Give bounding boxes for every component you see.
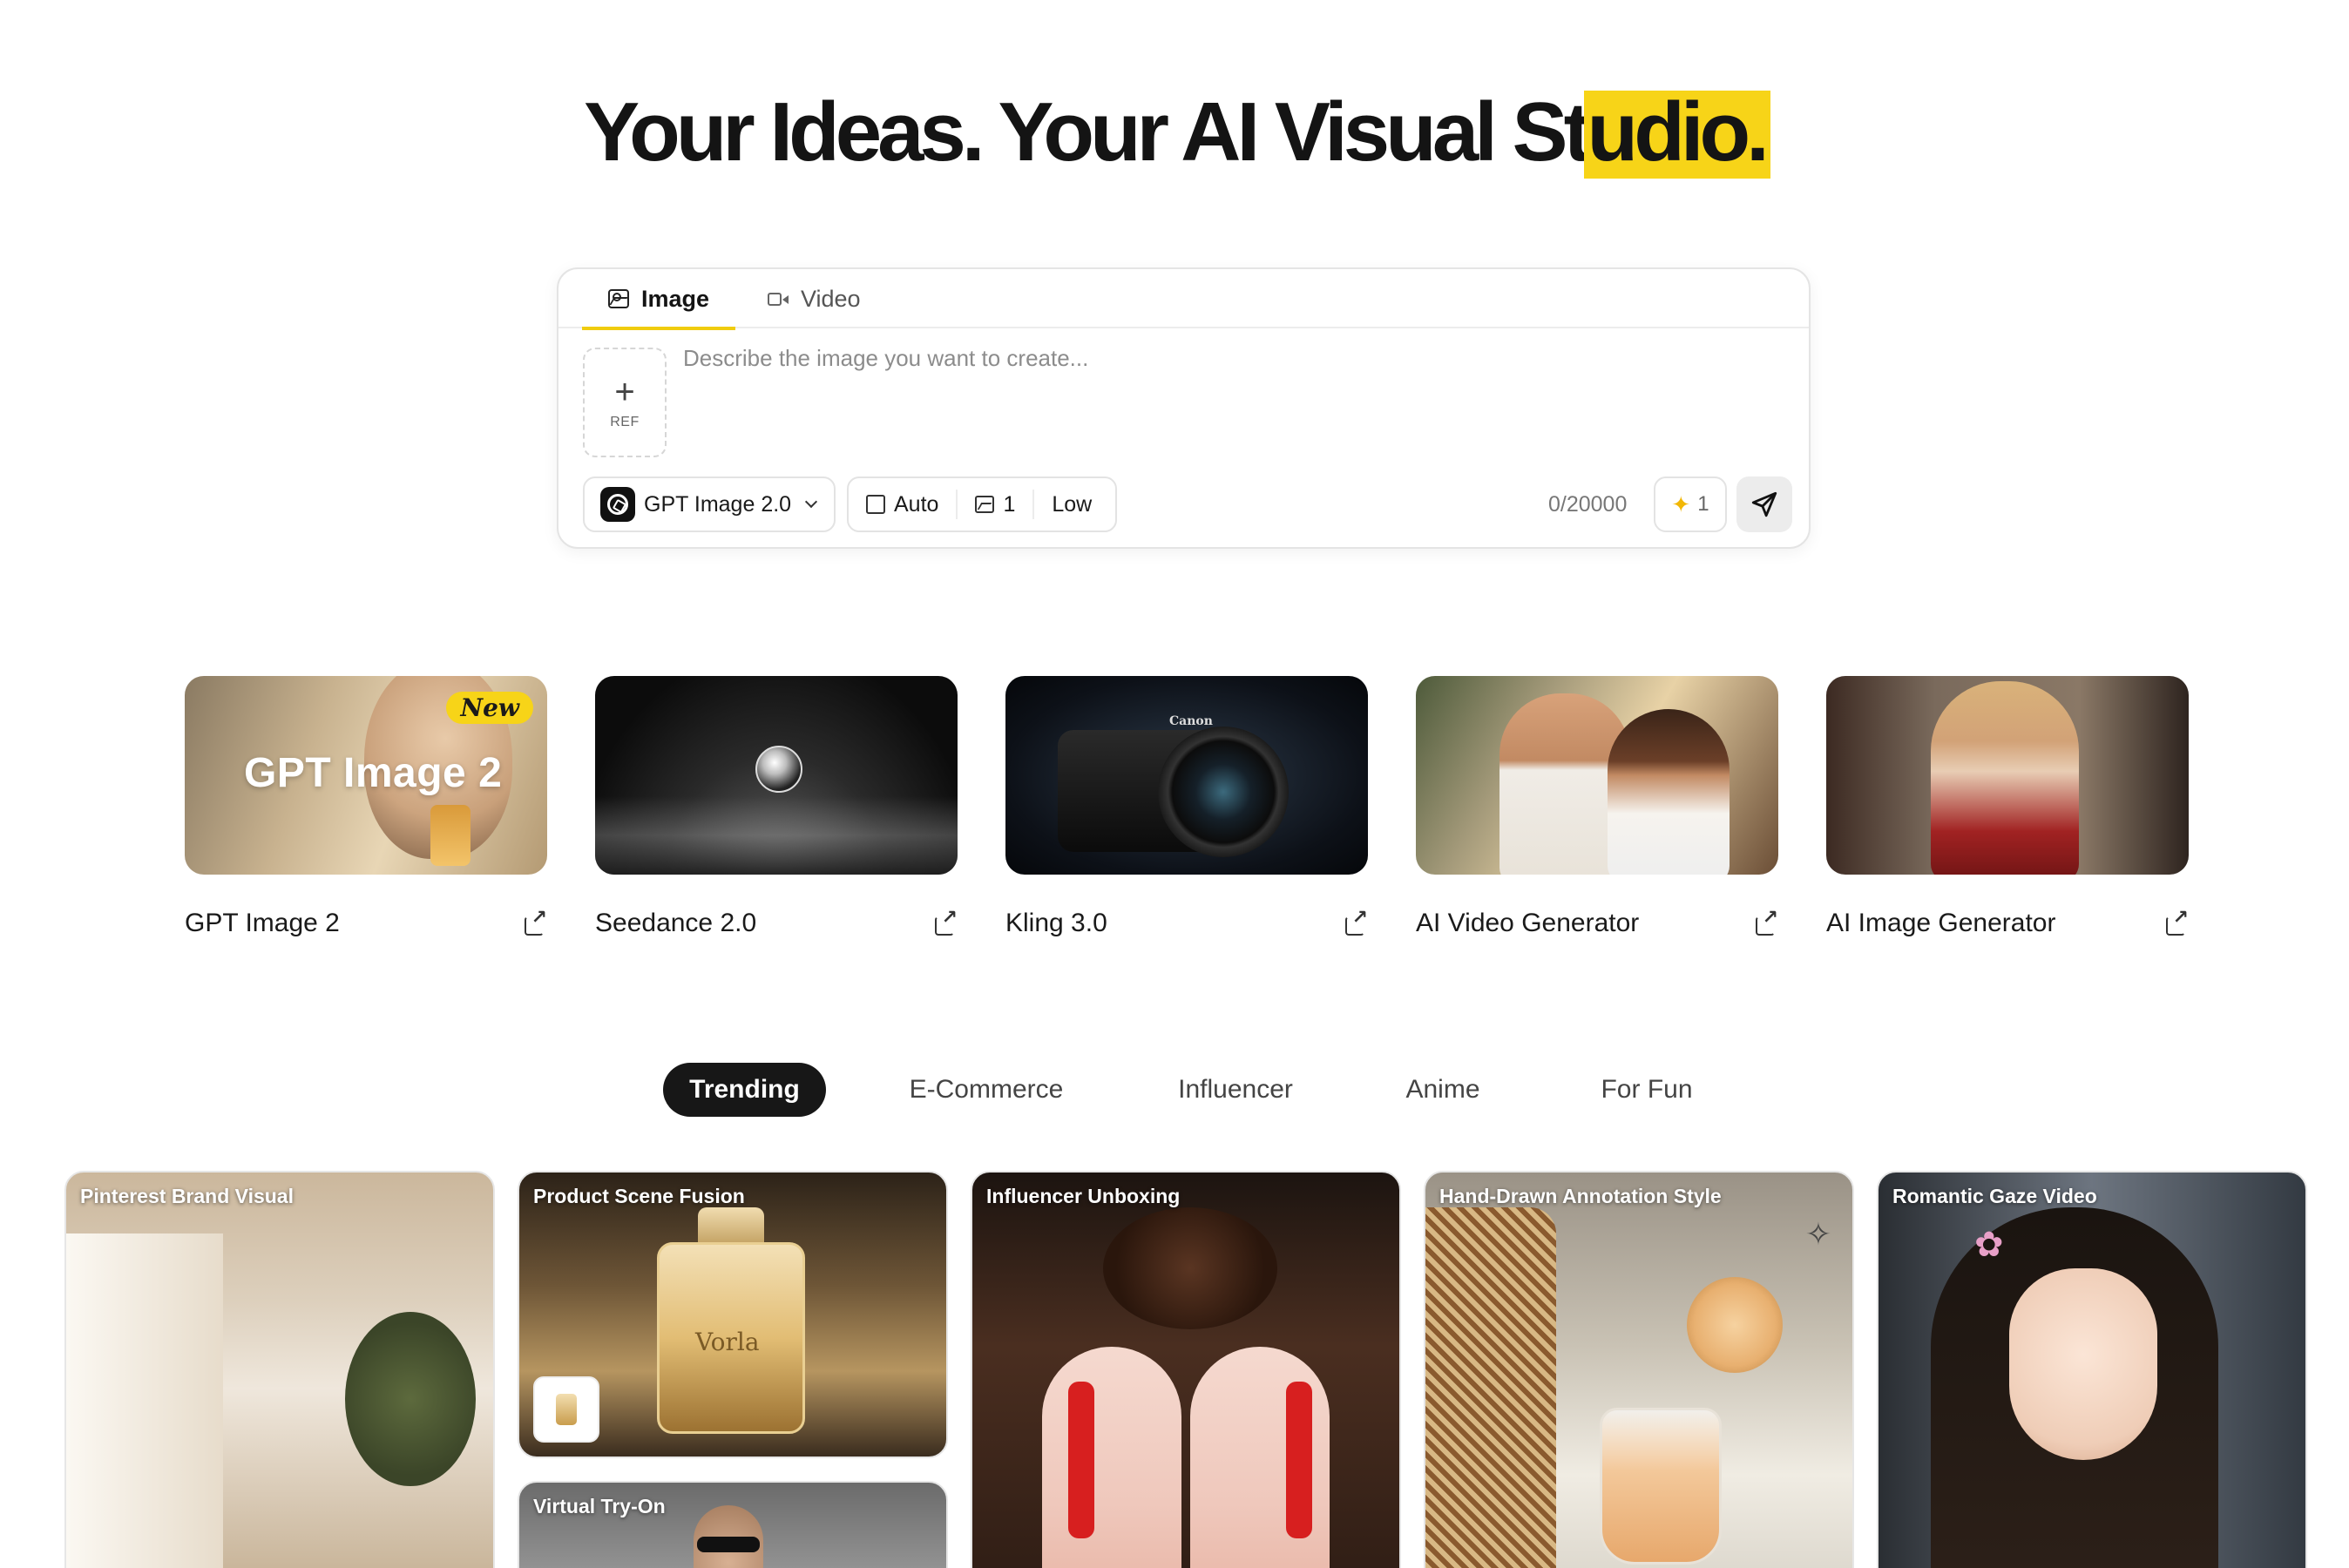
gallery-card-romantic-gaze-video[interactable]: ✿ Romantic Gaze Video — [1877, 1171, 2307, 1568]
openai-logo-icon — [600, 487, 635, 522]
prompt-input[interactable] — [683, 342, 1781, 438]
tab-trending[interactable]: Trending — [663, 1063, 826, 1117]
aspect-ratio-label: Auto — [894, 491, 939, 517]
gallery-card-product-scene-fusion[interactable]: Vorla Product Scene Fusion — [518, 1171, 948, 1458]
new-badge: New — [446, 692, 533, 724]
gallery-card-title: Romantic Gaze Video — [1892, 1185, 2097, 1207]
tool-card-gpt-image-2[interactable]: GPT Image 2 New GPT Image 2 — [185, 676, 547, 937]
hero: Your Ideas. Your AI Visual Studio. — [0, 75, 2349, 190]
tool-card-ai-image-generator[interactable]: AI Image Generator — [1826, 676, 2189, 937]
tab-video-label: Video — [801, 285, 861, 312]
gallery-card-pinterest-brand-visual[interactable]: Pinterest Brand Visual — [64, 1171, 495, 1568]
quality-button[interactable]: Low — [1032, 490, 1109, 519]
aspect-ratio-button[interactable]: Auto — [849, 478, 956, 531]
tool-name: Kling 3.0 — [1005, 909, 1107, 937]
tab-influencer[interactable]: Influencer — [1150, 1063, 1321, 1117]
title-highlight: udio. — [1587, 85, 1770, 179]
hair-flower-icon: ✿ — [1974, 1226, 2004, 1264]
plus-icon: + — [614, 373, 635, 411]
chevron-down-icon — [805, 495, 818, 509]
external-link-icon[interactable] — [2164, 906, 2189, 936]
page-title: Your Ideas. Your AI Visual Studio. — [584, 85, 1770, 179]
generation-options: Auto 1 Low — [847, 476, 1117, 532]
model-select-label: GPT Image 2.0 — [644, 491, 792, 517]
thumbnail-title: GPT Image 2 — [244, 750, 503, 796]
ref-label: REF — [610, 415, 640, 429]
aspect-ratio-icon — [866, 495, 885, 514]
tab-image[interactable]: Image — [581, 269, 736, 330]
send-button[interactable] — [1736, 476, 1792, 532]
gallery-card-title: Virtual Try-On — [533, 1495, 666, 1517]
reference-upload-button[interactable]: + REF — [583, 348, 667, 457]
external-link-icon[interactable] — [1754, 906, 1778, 936]
video-icon — [768, 292, 789, 306]
tool-card-ai-video-generator[interactable]: AI Video Generator — [1416, 676, 1778, 937]
image-count-icon — [975, 496, 995, 513]
mode-tabs: Image Video — [558, 269, 1809, 330]
tab-video[interactable]: Video — [768, 269, 861, 328]
gallery-card-title: Hand-Drawn Annotation Style — [1439, 1185, 1722, 1207]
credits-value: 1 — [1697, 492, 1709, 516]
gallery-card-influencer-unboxing[interactable]: Influencer Unboxing — [971, 1171, 1401, 1568]
tool-card-seedance[interactable]: Seedance 2.0 — [595, 676, 958, 937]
char-counter: 0/20000 — [1548, 492, 1628, 517]
gallery-card-hand-drawn-annotation-style[interactable]: ✧ Hand-Drawn Annotation Style — [1424, 1171, 1854, 1568]
image-count-label: 1 — [1003, 491, 1016, 517]
quality-label: Low — [1052, 491, 1093, 517]
product-reference-thumbnail — [533, 1376, 599, 1443]
tab-e-commerce[interactable]: E-Commerce — [889, 1063, 1084, 1117]
send-icon — [1751, 491, 1777, 517]
tab-image-label: Image — [641, 285, 710, 312]
tool-thumbnail[interactable]: Canon — [1005, 676, 1368, 875]
tool-thumbnail[interactable]: GPT Image 2 New — [185, 676, 547, 875]
product-brand-text: Vorla — [695, 1328, 760, 1356]
gallery-card-title: Influencer Unboxing — [986, 1185, 1181, 1207]
gallery-card-virtual-try-on[interactable]: Virtual Try-On — [518, 1481, 948, 1568]
tool-card-kling[interactable]: Canon Kling 3.0 — [1005, 676, 1368, 937]
image-count-button[interactable]: 1 — [956, 490, 1032, 519]
model-select[interactable]: GPT Image 2.0 — [583, 476, 836, 532]
gallery-card-title: Product Scene Fusion — [533, 1185, 745, 1207]
gallery-card-title: Pinterest Brand Visual — [80, 1185, 294, 1207]
tool-thumbnail[interactable] — [1826, 676, 2189, 875]
image-icon — [608, 289, 629, 308]
tab-anime[interactable]: Anime — [1377, 1063, 1509, 1117]
prompt-box: Image Video + REF GPT Image 2.0 Auto 1 L… — [557, 267, 1811, 549]
camera-brand-text: Canon — [1169, 714, 1213, 728]
credits-button[interactable]: ✦ 1 — [1654, 476, 1727, 532]
tool-name: Seedance 2.0 — [595, 909, 757, 937]
sparkle-doodle-icon: ✧ — [1804, 1216, 1831, 1252]
external-link-icon[interactable] — [523, 906, 547, 936]
category-tabs: Trending E-Commerce Influencer Anime For… — [0, 1063, 2349, 1117]
tab-for-fun[interactable]: For Fun — [1572, 1063, 1722, 1117]
external-link-icon[interactable] — [1344, 906, 1368, 936]
tool-name: AI Video Generator — [1416, 909, 1640, 937]
external-link-icon[interactable] — [933, 906, 958, 936]
tool-thumbnail[interactable] — [1416, 676, 1778, 875]
tool-name: GPT Image 2 — [185, 909, 340, 937]
sparkle-icon: ✦ — [1671, 490, 1691, 517]
tool-name: AI Image Generator — [1826, 909, 2056, 937]
tool-thumbnail[interactable] — [595, 676, 958, 875]
